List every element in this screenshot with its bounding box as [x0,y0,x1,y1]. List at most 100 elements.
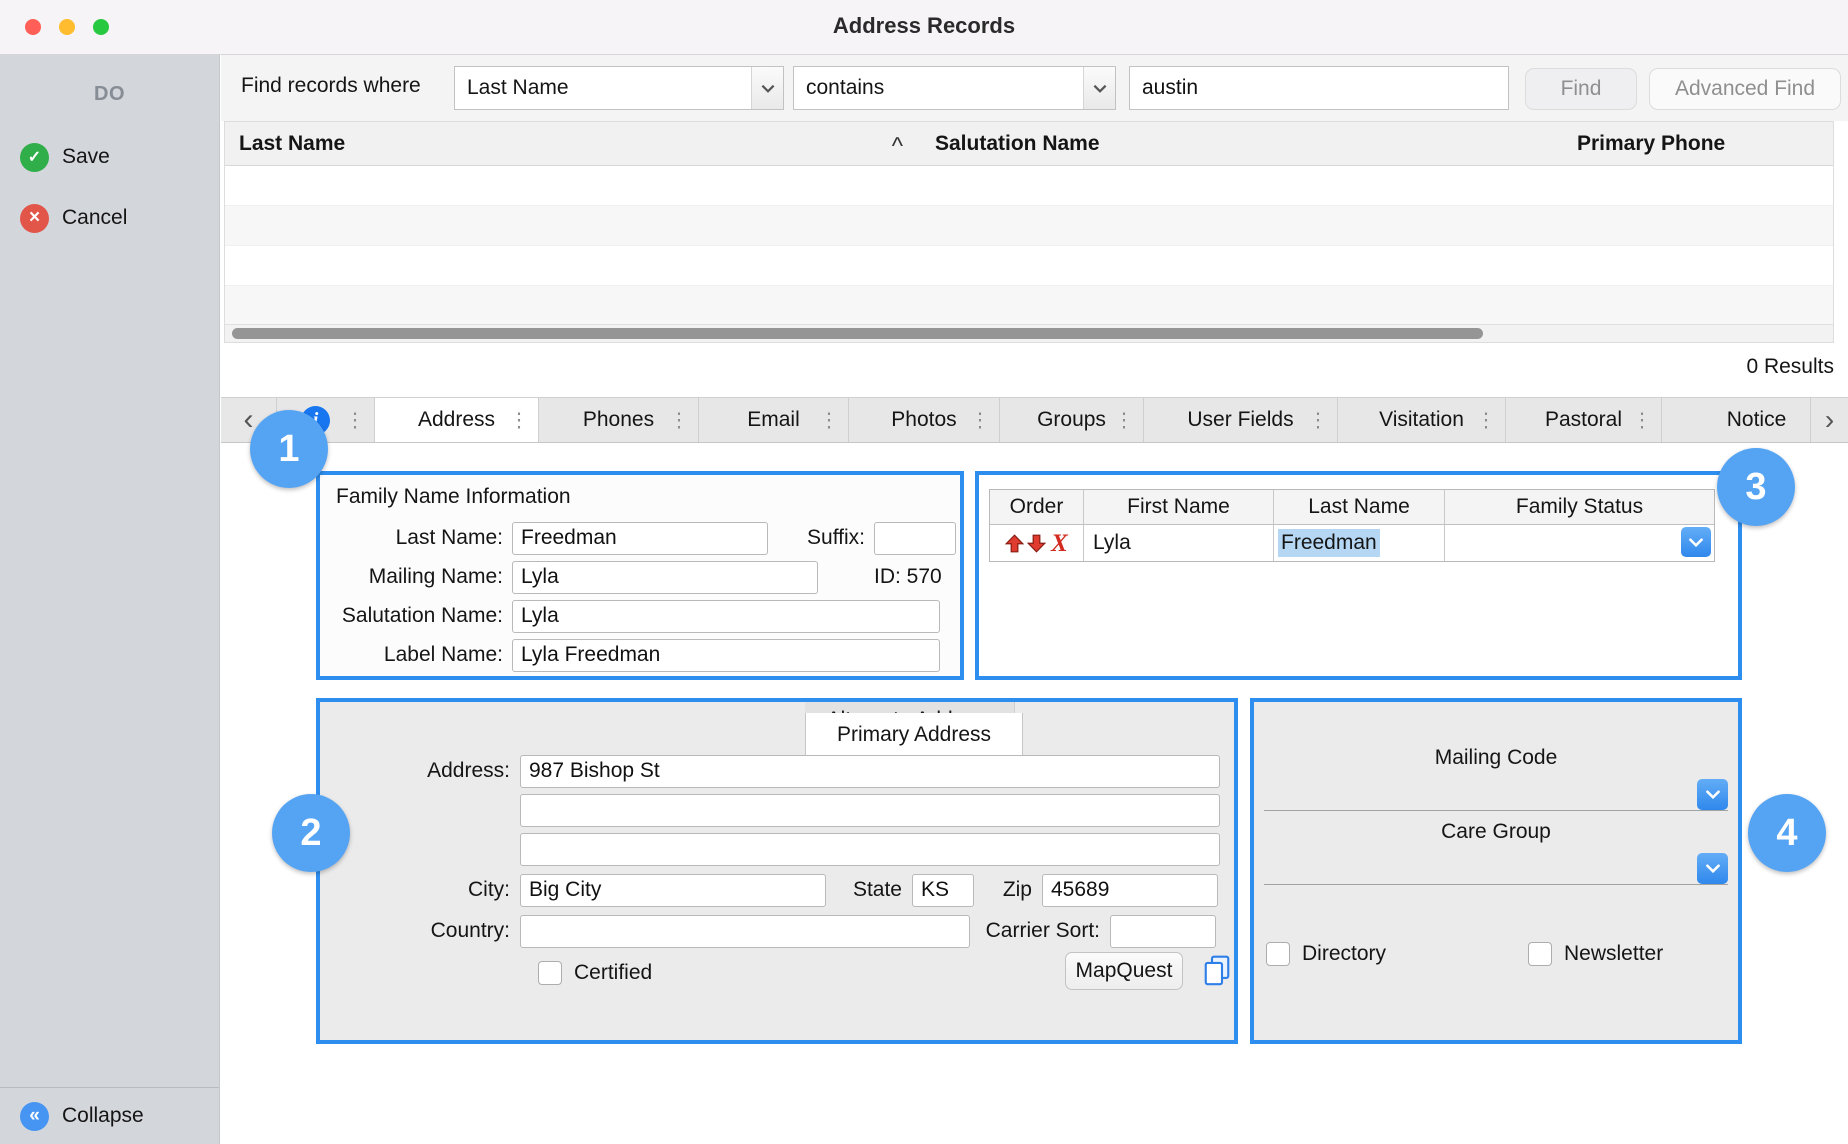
collapse-button[interactable]: « Collapse [0,1087,219,1144]
results-col-primary-phone[interactable]: Primary Phone [1563,122,1833,165]
member-family-status-cell[interactable] [1445,525,1714,561]
tab-pastoral[interactable]: Pastoral ⋮ [1506,398,1662,442]
member-last-name-cell[interactable]: Freedman [1274,525,1445,561]
annotation-marker-1: 1 [250,410,328,488]
chevron-down-icon[interactable] [751,67,783,109]
city-input[interactable] [520,874,826,907]
codes-panel: Mailing Code Care Group Directory Newsle… [1250,698,1742,1044]
sidebar: DO ✓ Save × Cancel « Collapse [0,55,220,1144]
tab-menu-dots-icon[interactable]: ⋮ [1114,408,1134,433]
save-label: Save [62,145,110,169]
address-line3-input[interactable] [520,833,1220,866]
window-title: Address Records [0,13,1848,39]
tab-address[interactable]: Address ⋮ [375,398,539,442]
tab-user-fields[interactable]: User Fields ⋮ [1144,398,1338,442]
results-empty-row [225,286,1833,326]
family-section-title: Family Name Information [336,485,571,509]
delete-member-icon[interactable]: X [1051,531,1068,556]
address-line2-input[interactable] [520,794,1220,827]
save-button[interactable]: ✓ Save [0,137,219,177]
tab-menu-dots-icon[interactable]: ⋮ [345,408,365,433]
tab-phones[interactable]: Phones ⋮ [539,398,699,442]
selected-text: Freedman [1278,529,1380,557]
member-first-name-cell[interactable]: Lyla [1084,525,1274,561]
annotation-marker-2: 2 [272,794,350,872]
tab-email[interactable]: Email ⋮ [699,398,849,442]
tab-primary-address[interactable]: Primary Address [805,713,1023,757]
members-col-family-status[interactable]: Family Status [1445,490,1714,524]
members-col-last-name[interactable]: Last Name [1274,490,1445,524]
find-bar: Find records where Last Name contains Fi… [221,55,1848,121]
members-col-order[interactable]: Order [990,490,1084,524]
find-records-where-label: Find records where [241,74,421,98]
tab-menu-dots-icon[interactable]: ⋮ [1308,408,1328,433]
advanced-find-button[interactable]: Advanced Find [1649,68,1841,110]
move-down-icon[interactable] [1027,534,1046,553]
find-search-input[interactable] [1129,66,1509,110]
mailing-code-label: Mailing Code [1254,746,1738,770]
tabs-scroll-right-button[interactable]: › [1810,398,1848,442]
family-status-dropdown-button[interactable] [1681,527,1711,557]
address-line1-input[interactable] [520,755,1220,788]
carrier-sort-input[interactable] [1110,915,1216,948]
address-records-window: Address Records DO ✓ Save × Cancel « Col… [0,0,1848,1144]
cancel-label: Cancel [62,206,127,230]
copy-address-icon[interactable] [1202,954,1232,993]
address-panel: Primary Address Alternate Address Addres… [316,698,1238,1044]
tab-visitation[interactable]: Visitation ⋮ [1338,398,1506,442]
zip-input[interactable] [1042,874,1218,907]
results-col-salutation-name[interactable]: Salutation Name [921,122,1563,165]
results-col-last-name[interactable]: Last Name ^ [225,122,921,165]
care-group-label: Care Group [1254,820,1738,844]
directory-checkbox[interactable] [1266,942,1290,966]
last-name-input[interactable] [512,522,768,555]
collapse-chevrons-icon: « [20,1102,49,1131]
results-empty-row [225,246,1833,286]
tab-menu-dots-icon[interactable]: ⋮ [819,408,839,433]
care-group-combo[interactable] [1264,852,1728,885]
country-input[interactable] [520,915,970,948]
move-up-icon[interactable] [1005,534,1024,553]
certified-checkbox[interactable] [538,961,562,985]
find-button[interactable]: Find [1525,68,1637,110]
chevron-down-icon[interactable] [1083,67,1115,109]
scrollbar-thumb[interactable] [232,328,1483,339]
last-name-label: Last Name: [320,526,512,550]
cancel-x-icon: × [20,204,49,233]
salutation-name-input[interactable] [512,600,940,633]
tab-menu-dots-icon[interactable]: ⋮ [669,408,689,433]
suffix-label: Suffix: [768,526,874,550]
find-field-select[interactable]: Last Name [454,66,784,110]
mapquest-button[interactable]: MapQuest [1065,952,1183,990]
mailing-code-dropdown-button[interactable] [1697,779,1728,810]
newsletter-checkbox[interactable] [1528,942,1552,966]
cancel-button[interactable]: × Cancel [0,198,219,238]
member-row: X Lyla Freedman [990,525,1714,561]
members-col-first-name[interactable]: First Name [1084,490,1274,524]
sort-ascending-icon[interactable]: ^ [892,133,903,161]
label-name-label: Label Name: [320,643,512,667]
label-name-input[interactable] [512,639,940,672]
address-label: Address: [320,759,520,783]
address-tabs: Primary Address Alternate Address [805,702,1015,739]
mailing-code-combo[interactable] [1264,778,1728,811]
record-tab-bar: ‹ i ⋮ Address ⋮ Phones ⋮ Email ⋮ Photos … [221,397,1848,443]
tab-menu-dots-icon[interactable]: ⋮ [970,408,990,433]
salutation-name-label: Salutation Name: [320,604,512,628]
suffix-input[interactable] [874,522,956,555]
care-group-dropdown-button[interactable] [1697,853,1728,884]
state-label: State [826,878,912,902]
mailing-name-label: Mailing Name: [320,565,512,589]
zip-label: Zip [974,878,1042,902]
tab-groups[interactable]: Groups ⋮ [1000,398,1144,442]
horizontal-scrollbar[interactable] [225,324,1833,342]
find-field-value: Last Name [455,67,751,109]
tab-menu-dots-icon[interactable]: ⋮ [1632,408,1652,433]
tab-menu-dots-icon[interactable]: ⋮ [509,408,529,433]
annotation-marker-3: 3 [1717,448,1795,526]
find-operator-select[interactable]: contains [793,66,1116,110]
tab-photos[interactable]: Photos ⋮ [849,398,1000,442]
mailing-name-input[interactable] [512,561,818,594]
tab-menu-dots-icon[interactable]: ⋮ [1476,408,1496,433]
state-input[interactable] [912,874,974,907]
